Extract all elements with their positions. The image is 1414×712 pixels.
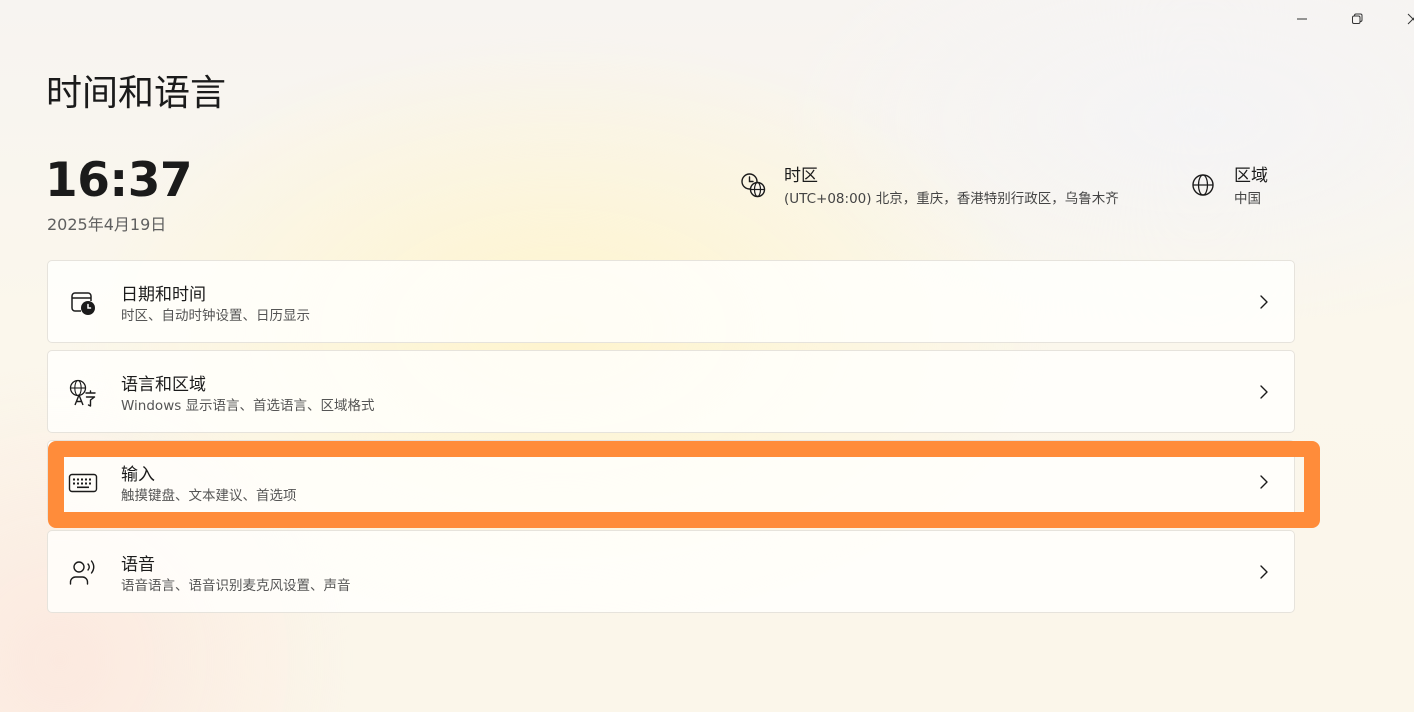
- timezone-value: (UTC+08:00) 北京，重庆，香港特别行政区，乌鲁木齐: [784, 191, 1119, 207]
- page-title: 时间和语言: [46, 73, 227, 114]
- settings-item-subtitle: 语音语言、语音识别麦克风设置、声音: [121, 578, 351, 594]
- timezone-info: 时区 (UTC+08:00) 北京，重庆，香港特别行政区，乌鲁木齐: [738, 164, 1119, 210]
- restore-icon: [1352, 13, 1363, 24]
- settings-item-title: 语言和区域: [121, 375, 206, 395]
- chevron-right-icon: [1256, 473, 1272, 491]
- calendar-clock-icon: [68, 288, 98, 318]
- region-value: 中国: [1234, 191, 1261, 207]
- settings-item-language-region[interactable]: 语言和区域 Windows 显示语言、首选语言、区域格式: [47, 350, 1295, 433]
- settings-item-input[interactable]: 输入 触摸键盘、文本建议、首选项: [47, 440, 1295, 523]
- chevron-right-icon: [1256, 563, 1272, 581]
- region-title: 区域: [1234, 166, 1268, 186]
- close-button[interactable]: [1390, 4, 1414, 34]
- chevron-right-icon: [1256, 293, 1272, 311]
- region-info: 区域 中国: [1188, 164, 1268, 210]
- language-icon: [68, 378, 98, 408]
- settings-item-title: 输入: [121, 465, 155, 485]
- settings-item-subtitle: Windows 显示语言、首选语言、区域格式: [121, 398, 375, 414]
- chevron-right-icon: [1256, 383, 1272, 401]
- timezone-title: 时区: [784, 166, 818, 186]
- settings-item-date-time[interactable]: 日期和时间 时区、自动时钟设置、日历显示: [47, 260, 1295, 343]
- restore-button[interactable]: [1334, 4, 1380, 34]
- globe-icon: [1188, 170, 1218, 200]
- minimize-icon: [1297, 18, 1307, 20]
- settings-item-subtitle: 触摸键盘、文本建议、首选项: [121, 488, 297, 504]
- current-time: 16:37: [45, 153, 193, 208]
- clock-globe-icon: [738, 170, 768, 200]
- minimize-button[interactable]: [1279, 4, 1325, 34]
- settings-item-speech[interactable]: 语音 语音语言、语音识别麦克风设置、声音: [47, 530, 1295, 613]
- close-icon: [1407, 13, 1414, 25]
- speech-icon: [68, 558, 98, 588]
- settings-item-subtitle: 时区、自动时钟设置、日历显示: [121, 308, 310, 324]
- settings-item-title: 语音: [121, 555, 155, 575]
- keyboard-icon: [68, 468, 98, 498]
- settings-item-title: 日期和时间: [121, 285, 206, 305]
- current-date: 2025年4月19日: [47, 215, 167, 234]
